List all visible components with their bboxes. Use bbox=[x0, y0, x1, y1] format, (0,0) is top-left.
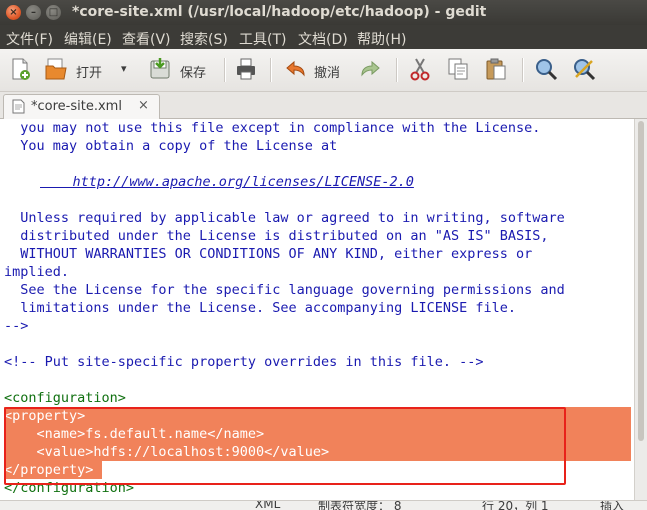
code-line: distributed under the License is distrib… bbox=[4, 228, 549, 244]
vertical-scrollbar[interactable] bbox=[634, 119, 647, 500]
minimize-icon: – bbox=[31, 7, 36, 18]
code-line: WITHOUT WARRANTIES OR CONDITIONS OF ANY … bbox=[4, 246, 533, 262]
code-line: limitations under the License. See accom… bbox=[4, 300, 517, 316]
undo-label: 撤消 bbox=[314, 66, 341, 81]
code-line: --> bbox=[4, 318, 29, 334]
print-icon bbox=[237, 58, 255, 80]
document-icon bbox=[12, 99, 25, 114]
code-line: See the License for the specific languag… bbox=[4, 282, 565, 298]
redo-icon bbox=[361, 60, 380, 77]
save-label: 保存 bbox=[180, 66, 207, 81]
copy-icon bbox=[448, 58, 468, 80]
code-line: You may obtain a copy of the License at bbox=[4, 138, 338, 154]
close-icon: × bbox=[9, 7, 18, 18]
toolbar-separator bbox=[522, 58, 524, 82]
menu-tools[interactable]: 工具(T) bbox=[239, 29, 286, 49]
copy-button[interactable] bbox=[446, 57, 472, 83]
menu-search[interactable]: 搜索(S) bbox=[180, 29, 228, 49]
paste-icon bbox=[486, 58, 506, 80]
toolbar-separator bbox=[224, 58, 226, 82]
code-line: <configuration> bbox=[4, 390, 126, 406]
undo-icon bbox=[286, 60, 305, 77]
open-label: 打开 bbox=[76, 66, 103, 81]
highlight-annotation-box bbox=[4, 407, 566, 485]
minimize-window-button[interactable]: – bbox=[26, 5, 41, 20]
window-title: *core-site.xml (/usr/local/hadoop/etc/ha… bbox=[72, 4, 487, 20]
new-document-button[interactable] bbox=[8, 57, 34, 83]
search-icon bbox=[536, 59, 558, 81]
new-document-icon bbox=[12, 58, 30, 80]
title-bar: × – □ *core-site.xml (/usr/local/hadoop/… bbox=[0, 0, 647, 25]
chevron-down-icon: ▾ bbox=[121, 62, 127, 75]
save-icon bbox=[150, 58, 170, 79]
undo-button[interactable]: 撤消 bbox=[284, 57, 350, 83]
menu-view[interactable]: 查看(V) bbox=[122, 29, 171, 49]
replace-button[interactable] bbox=[572, 57, 598, 83]
close-window-button[interactable]: × bbox=[6, 5, 21, 20]
license-url-link[interactable]: http://www.apache.org/licenses/LICENSE-2… bbox=[40, 173, 414, 191]
replace-icon bbox=[574, 59, 596, 81]
cut-button[interactable] bbox=[408, 57, 434, 83]
menu-edit[interactable]: 编辑(E) bbox=[64, 29, 112, 49]
maximize-icon: □ bbox=[48, 7, 59, 18]
scrollbar-thumb[interactable] bbox=[638, 121, 644, 441]
toolbar-separator bbox=[396, 58, 398, 82]
code-line: implied. bbox=[4, 264, 70, 280]
code-line: Unless required by applicable law or agr… bbox=[4, 210, 565, 226]
find-button[interactable] bbox=[534, 57, 560, 83]
open-recent-dropdown[interactable]: ▾ bbox=[118, 57, 132, 83]
menu-documents[interactable]: 文档(D) bbox=[298, 29, 348, 49]
maximize-window-button[interactable]: □ bbox=[46, 5, 61, 20]
tab-label: *core-site.xml bbox=[31, 99, 122, 114]
cut-icon bbox=[410, 58, 430, 81]
toolbar-separator bbox=[270, 58, 272, 82]
code-line: <!-- Put site-specific property override… bbox=[4, 354, 484, 370]
redo-button[interactable] bbox=[358, 57, 384, 83]
save-button[interactable]: 保存 bbox=[148, 57, 214, 83]
open-button[interactable]: 打开 bbox=[44, 57, 114, 83]
code-line: you may not use this file except in comp… bbox=[4, 120, 541, 136]
menu-bar: 文件(F) 编辑(E) 查看(V) 搜索(S) 工具(T) 文档(D) 帮助(H… bbox=[0, 25, 647, 49]
menu-file[interactable]: 文件(F) bbox=[6, 29, 53, 49]
text-editor[interactable]: you may not use this file except in comp… bbox=[0, 119, 634, 500]
open-folder-icon bbox=[45, 58, 67, 80]
print-button[interactable] bbox=[234, 57, 260, 83]
tab-core-site-xml[interactable]: *core-site.xml × bbox=[3, 94, 160, 119]
menu-help[interactable]: 帮助(H) bbox=[357, 29, 406, 49]
close-icon[interactable]: × bbox=[138, 98, 149, 113]
toolbar: 打开 ▾ 保存 撤消 bbox=[0, 49, 647, 92]
paste-button[interactable] bbox=[484, 57, 510, 83]
document-tab-strip: *core-site.xml × bbox=[0, 92, 647, 119]
